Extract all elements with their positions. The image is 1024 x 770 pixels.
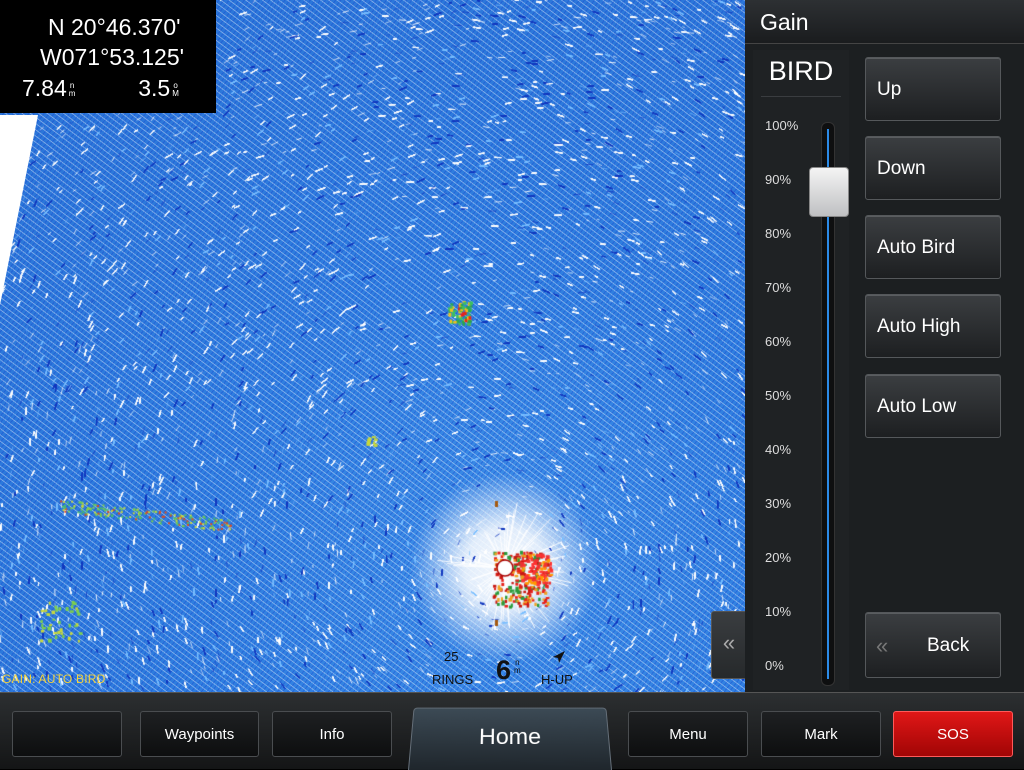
auto-low-button[interactable]: Auto Low	[865, 374, 1001, 438]
longitude: W071°53.125'	[40, 44, 185, 70]
slider-tick-label: 100%	[765, 118, 799, 133]
menu-button[interactable]: Menu	[628, 711, 748, 757]
waypoints-button[interactable]: Waypoints	[140, 711, 259, 757]
slider-tick-label: 0%	[765, 658, 784, 673]
gain-slider-thumb[interactable]	[809, 166, 849, 217]
depth-unit-bottom: M	[172, 88, 179, 98]
collapse-panel-button[interactable]: «	[711, 611, 745, 679]
depth-unit: oM	[172, 81, 179, 98]
back-chevron-icon: «	[876, 633, 889, 658]
radar-display[interactable]: N 20°46.370' W071°53.125' 7.84 n m 3.5 o M G…	[0, 0, 745, 692]
speed-unit: nm	[68, 81, 76, 98]
auto-bird-button[interactable]: Auto Bird	[865, 215, 1001, 279]
slider-tick-label: 30%	[765, 496, 792, 511]
gain-slider-area: BIRD 100% 90% 80% 70% 60% 50% 40% 30% 20% 10% 0%	[753, 50, 849, 690]
speed-depth-row: 7.84 n m 3.5 o M	[22, 75, 212, 102]
gain-panel: Gain BIRD 100% 90% 80% 70% 60% 50% 40% 30% 20% 10…	[745, 0, 1024, 692]
radar-blank-sector	[0, 115, 38, 305]
mark-button[interactable]: Mark	[761, 711, 881, 757]
slider-tick-label: 60%	[765, 334, 792, 349]
latitude: N 20°46.370'	[48, 14, 181, 40]
slider-tick-label: 70%	[765, 280, 792, 295]
gain-status-label: GAIN: AUTO BIRD	[2, 672, 106, 686]
info-button[interactable]: Info	[272, 711, 392, 757]
back-button[interactable]: « Back	[865, 612, 1001, 678]
range-info: 25 RINGS 6 nm H-UP	[428, 645, 588, 691]
slider-tick-label: 80%	[765, 226, 792, 241]
position-data-box: N 20°46.370' W071°53.125' 7.84 n m 3.5 o M	[0, 0, 216, 113]
home-button[interactable]: Home	[408, 707, 612, 770]
sos-button[interactable]: SOS	[893, 711, 1013, 757]
collapse-chevron-icon: «	[722, 630, 736, 655]
range-value: 6	[496, 655, 512, 685]
range-unit-bottom: m	[514, 666, 521, 675]
panel-title: Gain	[745, 0, 1024, 44]
slider-tick-label: 50%	[765, 388, 792, 403]
divider	[761, 96, 841, 97]
depth-value: 3.5	[138, 75, 171, 101]
speed-value: 7.84	[22, 75, 67, 101]
orientation-label: H-UP	[541, 672, 573, 687]
heading-up-icon	[553, 651, 565, 663]
slider-tick-label: 20%	[765, 550, 792, 565]
rings-label: RINGS	[432, 672, 474, 687]
slider-tick-label: 40%	[765, 442, 792, 457]
gain-mode-label: BIRD	[768, 56, 834, 86]
gain-down-button[interactable]: Down	[865, 136, 1001, 200]
slider-tick-label: 10%	[765, 604, 792, 619]
back-label: Back	[927, 635, 970, 656]
gain-up-button[interactable]: Up	[865, 57, 1001, 121]
blank-soft-key[interactable]	[12, 711, 122, 757]
bottom-nav-bar: Waypoints Info Home Menu Mark SOS	[0, 692, 1024, 770]
speed-unit-bottom: m	[68, 88, 76, 98]
slider-tick-label: 90%	[765, 172, 792, 187]
range-unit: nm	[514, 659, 521, 675]
auto-high-button[interactable]: Auto High	[865, 294, 1001, 358]
rings-count: 25	[444, 649, 459, 664]
